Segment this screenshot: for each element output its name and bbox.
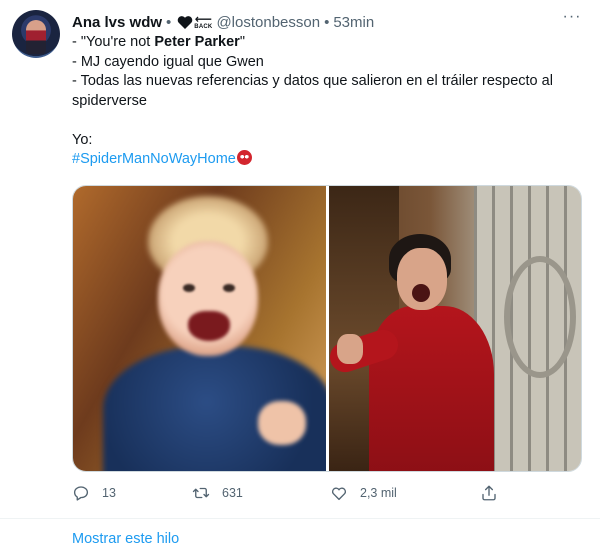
tweet-text: - "You're not Peter Parker" - MJ cayendo… [72, 33, 582, 170]
retweet-icon [192, 487, 210, 499]
reply-count: 13 [102, 486, 116, 500]
like-button[interactable]: 2,3 mil [330, 484, 397, 502]
avatar[interactable] [12, 10, 60, 58]
tweet-header: Ana lvs wdw • ⟵ BACK @lostonbesson • 53m… [72, 12, 374, 32]
timestamp[interactable]: 53min [333, 14, 374, 31]
author-handle[interactable]: @lostonbesson [216, 14, 320, 31]
tweet-actions: 13 631 2,3 mil [72, 484, 502, 504]
retweet-count: 631 [222, 486, 243, 500]
text-line-5: Yo: [72, 131, 93, 148]
tweet-media[interactable] [72, 185, 582, 472]
separator: • [166, 13, 172, 31]
reply-button[interactable]: 13 [72, 484, 116, 502]
hashtag-line: #SpiderManNoWayHome [72, 150, 582, 170]
media-image-screaming-kid[interactable] [73, 186, 326, 471]
back-arrow-icon: ⟵ BACK [194, 11, 213, 30]
show-thread-link[interactable]: Mostrar este hilo [72, 531, 179, 547]
media-image-shocked-man[interactable] [329, 186, 581, 471]
separator-2: • [324, 13, 330, 31]
reply-icon [73, 486, 89, 501]
bold-peter-parker: Peter Parker [154, 34, 240, 50]
text-line-4: spiderverse [72, 92, 147, 109]
more-options-icon[interactable]: ··· [562, 9, 582, 30]
share-icon [482, 485, 496, 501]
text-line-3: - Todas las nuevas referencias y datos q… [72, 73, 553, 89]
hashtag-link[interactable]: #SpiderManNoWayHome [72, 151, 236, 167]
retweet-button[interactable]: 631 [192, 484, 243, 502]
text-line-1: - "You're not Peter Parker" [72, 34, 245, 50]
black-heart-icon [177, 15, 193, 30]
share-button[interactable] [480, 484, 510, 502]
spider-man-emoji-icon [236, 150, 252, 165]
text-line-2: - MJ cayendo igual que Gwen [72, 53, 264, 70]
tweet[interactable]: Ana lvs wdw • ⟵ BACK @lostonbesson • 53m… [0, 0, 600, 519]
heart-icon [331, 487, 347, 501]
like-count: 2,3 mil [360, 486, 397, 500]
author-name[interactable]: Ana lvs wdw [72, 14, 162, 31]
